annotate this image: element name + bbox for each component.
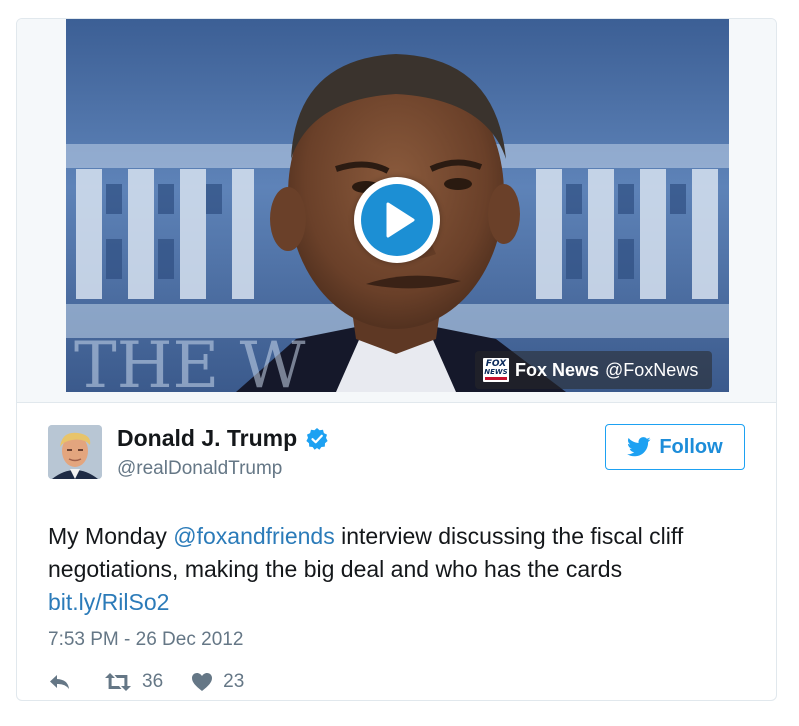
tweet-actions: 36 23	[48, 667, 244, 697]
play-button[interactable]	[354, 177, 440, 263]
fox-news-logo-icon: FOX NEWS	[483, 358, 509, 382]
follow-label: Follow	[659, 435, 723, 458]
video-thumbnail[interactable]: THE W FOX NEWS Fox News @FoxNews	[66, 19, 729, 392]
twitter-bird-icon	[627, 437, 651, 457]
tweet-timestamp[interactable]: 7:53 PM - 26 Dec 2012	[48, 629, 243, 651]
author-screen-name[interactable]: @realDonaldTrump	[117, 458, 282, 480]
tweet-body: Donald J. Trump @realDonaldTrump Follow …	[17, 402, 776, 700]
media-container: THE W FOX NEWS Fox News @FoxNews	[17, 19, 776, 403]
attribution-handle: @FoxNews	[605, 359, 699, 380]
like-count: 23	[223, 671, 245, 692]
reply-icon	[50, 675, 69, 689]
author-display-name[interactable]: Donald J. Trump	[117, 425, 329, 452]
retweet-button[interactable]: 36	[104, 671, 163, 693]
url-link[interactable]: bit.ly/RilSo2	[48, 589, 169, 615]
retweet-icon	[105, 673, 131, 691]
embedded-tweet-card: THE W FOX NEWS Fox News @FoxNews Donald …	[16, 18, 777, 701]
reply-button[interactable]	[48, 672, 72, 692]
play-icon	[386, 202, 415, 238]
attribution-name: Fox News	[515, 359, 600, 380]
tweet-text-prefix: My Monday	[48, 523, 174, 549]
heart-icon	[192, 673, 213, 691]
profile-photo	[48, 425, 102, 479]
svg-text:THE W: THE W	[74, 329, 306, 392]
tweet-text: My Monday @foxandfriends interview discu…	[48, 520, 748, 619]
verified-badge-icon	[306, 427, 328, 450]
mention-link[interactable]: @foxandfriends	[173, 523, 334, 549]
retweet-count: 36	[142, 671, 164, 692]
display-name-text: Donald J. Trump	[117, 425, 298, 451]
avatar[interactable]	[48, 425, 102, 479]
like-button[interactable]: 23	[191, 671, 244, 693]
video-attribution[interactable]: FOX NEWS Fox News @FoxNews	[475, 351, 713, 389]
follow-button[interactable]: Follow	[605, 424, 745, 470]
